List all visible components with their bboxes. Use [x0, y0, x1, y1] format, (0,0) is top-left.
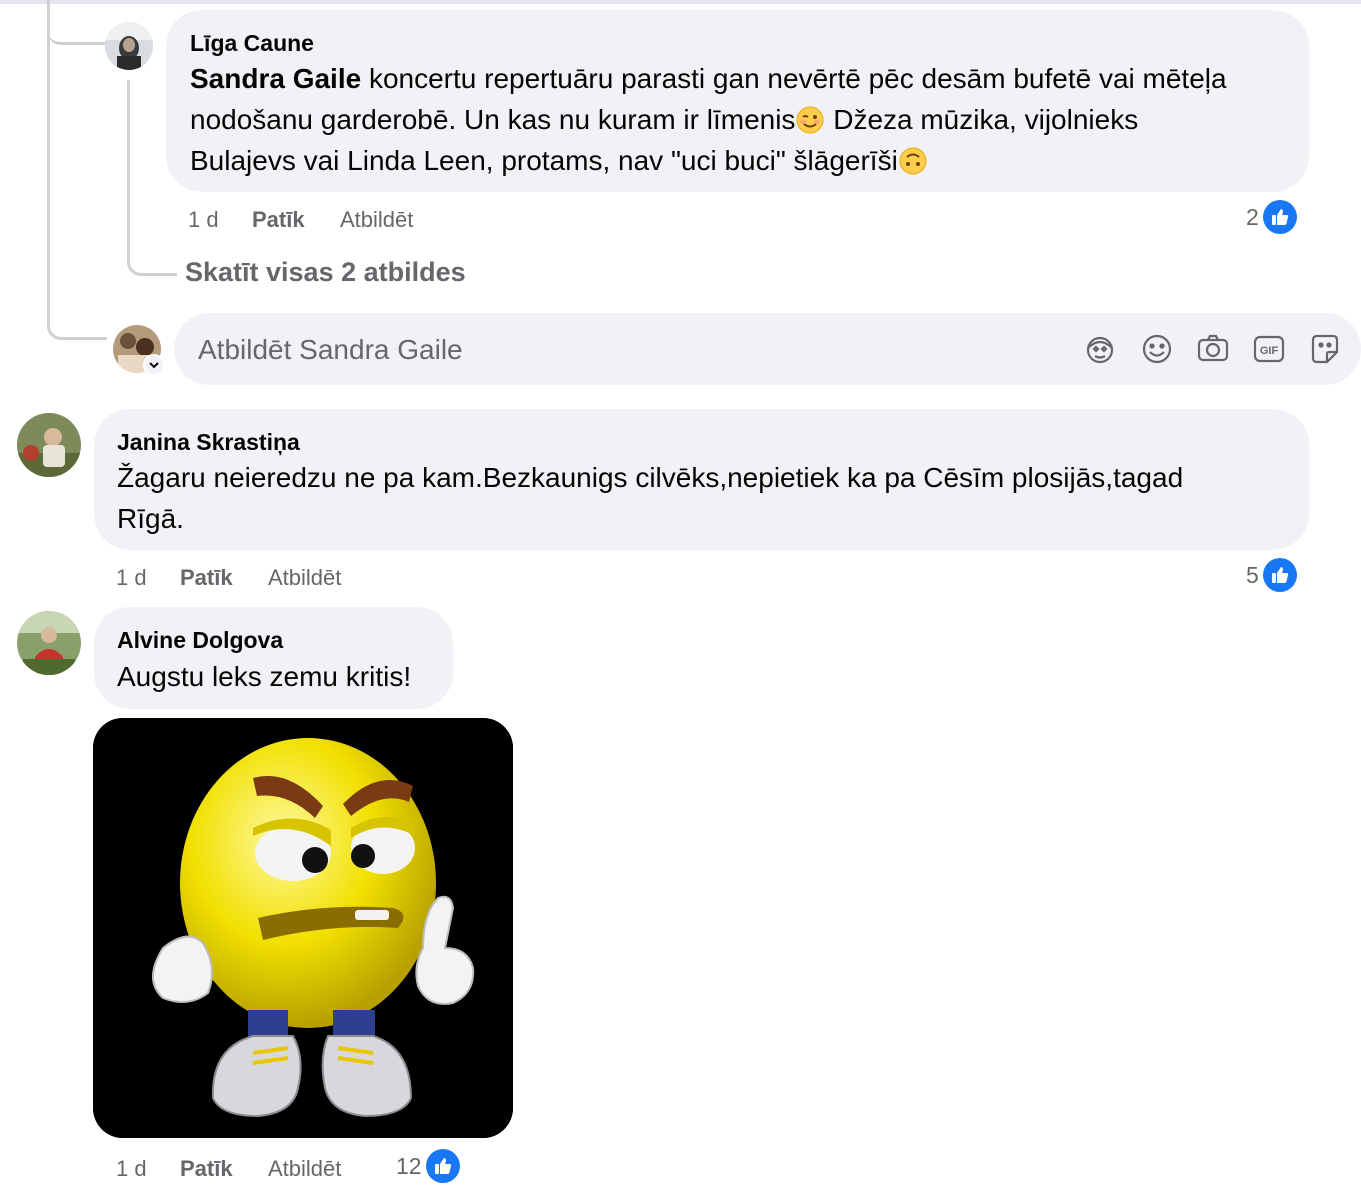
- reaction-count[interactable]: 2: [1246, 200, 1297, 234]
- reply-button[interactable]: Atbildēt: [340, 207, 413, 233]
- top-divider: [0, 0, 1361, 4]
- svg-text:GIF: GIF: [1260, 345, 1279, 357]
- sticker-icon[interactable]: [1308, 332, 1342, 366]
- comment-author[interactable]: Alvine Dolgova: [117, 627, 283, 654]
- comment-text: Žagaru neieredzu ne pa kam.Bezkaunigs ci…: [117, 462, 1184, 534]
- like-button[interactable]: Patīk: [252, 207, 305, 233]
- avatar[interactable]: [17, 611, 81, 675]
- reply-button[interactable]: Atbildēt: [268, 565, 341, 591]
- reaction-count[interactable]: 5: [1246, 558, 1297, 592]
- reply-input-placeholder: Atbildēt Sandra Gaile: [198, 334, 463, 365]
- like-button[interactable]: Patīk: [180, 565, 233, 591]
- avatar[interactable]: [17, 413, 81, 477]
- reply-button[interactable]: Atbildēt: [268, 1156, 341, 1182]
- mention-link[interactable]: Sandra Gaile: [190, 63, 361, 94]
- like-button[interactable]: Patīk: [180, 1156, 233, 1182]
- angry-emoji-sticker-image[interactable]: [93, 718, 513, 1138]
- comment-text: Sandra Gaile koncertu repertuāru parasti…: [190, 63, 1227, 176]
- avatar-sticker-icon[interactable]: [1083, 332, 1117, 366]
- comment-time[interactable]: 1 d: [188, 207, 219, 233]
- comment-time[interactable]: 1 d: [116, 565, 147, 591]
- account-switch-chevron-icon[interactable]: [143, 354, 165, 376]
- view-all-replies-link[interactable]: Skatīt visas 2 atbildes: [185, 257, 466, 288]
- comment-text: Augstu leks zemu kritis!: [117, 661, 412, 692]
- thread-connector-reply: [47, 0, 107, 45]
- comment-time[interactable]: 1 d: [116, 1156, 147, 1182]
- comment-author[interactable]: Līga Caune: [190, 30, 314, 57]
- comment-author[interactable]: Janina Skrastiņa: [117, 429, 300, 456]
- thread-connector-main: [47, 0, 107, 340]
- avatar[interactable]: [105, 22, 153, 70]
- emoji-icon[interactable]: [1140, 332, 1174, 366]
- winking-face-emoji: [796, 106, 824, 134]
- camera-icon[interactable]: [1196, 332, 1230, 366]
- like-reaction-icon: [1262, 200, 1297, 234]
- like-reaction-icon: [425, 1149, 460, 1183]
- upside-down-face-emoji: [899, 147, 927, 175]
- like-reaction-icon: [1262, 558, 1297, 592]
- reaction-count[interactable]: 12: [396, 1149, 460, 1183]
- gif-icon[interactable]: GIF: [1252, 332, 1286, 366]
